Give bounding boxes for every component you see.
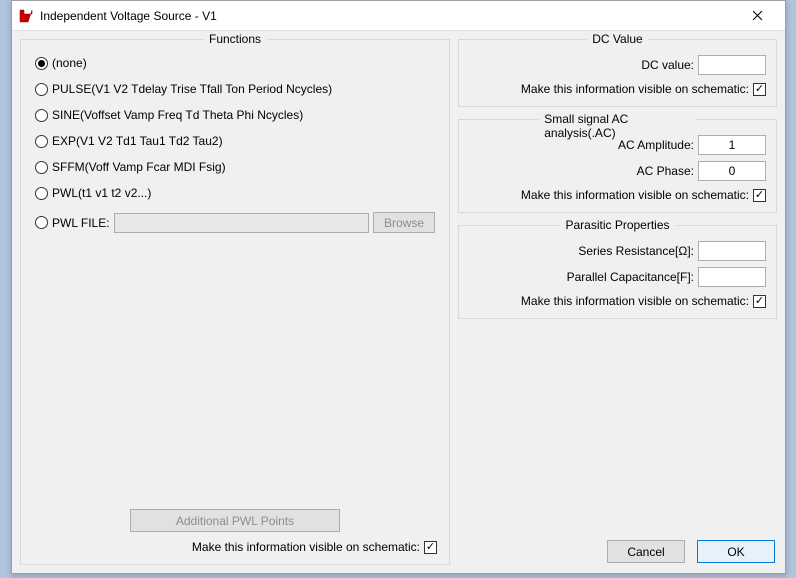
dialog-buttons: Cancel OK	[458, 536, 777, 565]
ok-button[interactable]: OK	[697, 540, 775, 563]
app-icon	[18, 8, 34, 24]
radio-sffm[interactable]: SFFM(Voff Vamp Fcar MDI Fsig)	[31, 154, 439, 180]
functions-bottom: Additional PWL Points Make this informat…	[31, 509, 439, 554]
radio-icon	[35, 83, 48, 96]
titlebar: Independent Voltage Source - V1	[12, 1, 785, 31]
radio-label: SFFM(Voff Vamp Fcar MDI Fsig)	[52, 160, 226, 174]
radio-none[interactable]: (none)	[31, 50, 439, 76]
dc-visible-checkbox[interactable]	[753, 83, 766, 96]
cancel-button[interactable]: Cancel	[607, 540, 685, 563]
ac-visible-row: Make this information visible on schemat…	[469, 184, 766, 202]
parasitic-visible-checkbox[interactable]	[753, 295, 766, 308]
window-title: Independent Voltage Source - V1	[40, 9, 737, 23]
browse-button[interactable]: Browse	[373, 212, 435, 233]
ac-group: Small signal AC analysis(.AC) AC Amplitu…	[458, 119, 777, 213]
functions-group: Functions (none) PULSE(V1 V2 Tdelay Tris…	[20, 39, 450, 565]
series-resistance-input[interactable]	[698, 241, 766, 261]
dc-value-input[interactable]	[698, 55, 766, 75]
dc-value-label: DC value:	[641, 58, 694, 72]
ac-visible-checkbox[interactable]	[753, 189, 766, 202]
parasitic-group: Parasitic Properties Series Resistance[Ω…	[458, 225, 777, 319]
visible-label: Make this information visible on schemat…	[521, 82, 749, 96]
ac-phase-label: AC Phase:	[637, 164, 694, 178]
ac-legend: Small signal AC analysis(.AC)	[538, 112, 697, 140]
functions-visible-checkbox[interactable]	[424, 541, 437, 554]
radio-label: (none)	[52, 56, 87, 70]
radio-label: PWL(t1 v1 t2 v2...)	[52, 186, 151, 200]
dialog-content: Functions (none) PULSE(V1 V2 Tdelay Tris…	[12, 31, 785, 573]
functions-legend: Functions	[203, 32, 267, 46]
dialog-window: Independent Voltage Source - V1 Function…	[11, 0, 786, 574]
radio-label: PULSE(V1 V2 Tdelay Trise Tfall Ton Perio…	[52, 82, 332, 96]
radio-icon	[35, 57, 48, 70]
radio-sine[interactable]: SINE(Voffset Vamp Freq Td Theta Phi Ncyc…	[31, 102, 439, 128]
radio-pulse[interactable]: PULSE(V1 V2 Tdelay Trise Tfall Ton Perio…	[31, 76, 439, 102]
radio-icon	[35, 135, 48, 148]
parallel-capacitance-row: Parallel Capacitance[F]:	[469, 264, 766, 290]
functions-visible-row: Make this information visible on schemat…	[192, 540, 439, 554]
radio-pwl-file[interactable]: PWL FILE: Browse	[31, 206, 439, 239]
radio-label: EXP(V1 V2 Td1 Tau1 Td2 Tau2)	[52, 134, 223, 148]
visible-label: Make this information visible on schemat…	[192, 540, 420, 554]
series-resistance-label: Series Resistance[Ω]:	[578, 244, 694, 258]
radio-label: PWL FILE:	[52, 216, 110, 230]
pwl-file-input[interactable]	[114, 213, 369, 233]
parallel-capacitance-label: Parallel Capacitance[F]:	[567, 270, 694, 284]
ac-phase-row: AC Phase:	[469, 158, 766, 184]
ac-amplitude-label: AC Amplitude:	[618, 138, 694, 152]
dc-legend: DC Value	[586, 32, 648, 46]
right-column: DC Value DC value: Make this information…	[458, 39, 777, 565]
close-button[interactable]	[737, 2, 777, 30]
radio-label: SINE(Voffset Vamp Freq Td Theta Phi Ncyc…	[52, 108, 303, 122]
radio-icon	[35, 109, 48, 122]
visible-label: Make this information visible on schemat…	[521, 188, 749, 202]
additional-pwl-button[interactable]: Additional PWL Points	[130, 509, 340, 532]
parasitic-legend: Parasitic Properties	[559, 218, 675, 232]
dc-visible-row: Make this information visible on schemat…	[469, 78, 766, 96]
series-resistance-row: Series Resistance[Ω]:	[469, 238, 766, 264]
radio-exp[interactable]: EXP(V1 V2 Td1 Tau1 Td2 Tau2)	[31, 128, 439, 154]
radio-pwl[interactable]: PWL(t1 v1 t2 v2...)	[31, 180, 439, 206]
parallel-capacitance-input[interactable]	[698, 267, 766, 287]
ac-amplitude-input[interactable]	[698, 135, 766, 155]
visible-label: Make this information visible on schemat…	[521, 294, 749, 308]
left-column: Functions (none) PULSE(V1 V2 Tdelay Tris…	[20, 39, 450, 565]
dc-group: DC Value DC value: Make this information…	[458, 39, 777, 107]
radio-icon	[35, 216, 48, 229]
radio-icon	[35, 161, 48, 174]
parasitic-visible-row: Make this information visible on schemat…	[469, 290, 766, 308]
radio-icon	[35, 187, 48, 200]
ac-phase-input[interactable]	[698, 161, 766, 181]
dc-value-row: DC value:	[469, 52, 766, 78]
